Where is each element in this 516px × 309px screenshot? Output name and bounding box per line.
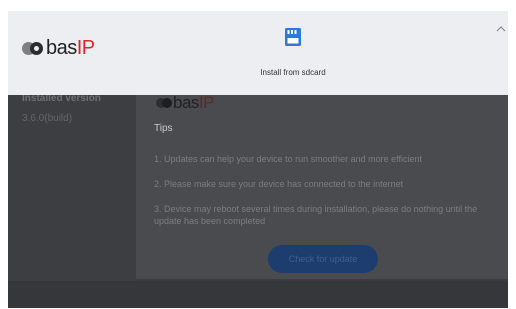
sd-card-icon bbox=[285, 28, 301, 46]
update-content-panel: basIP Tips 1. Updates can help your devi… bbox=[136, 73, 508, 279]
install-from-sdcard-option[interactable]: Install from sdcard bbox=[248, 23, 338, 83]
tip-item: 1. Updates can help your device to run s… bbox=[154, 154, 422, 164]
brand-logo: basIP bbox=[22, 37, 95, 60]
logo-dot-icon bbox=[30, 42, 43, 55]
tip-item: 2. Please make sure your device has conn… bbox=[154, 179, 404, 189]
check-for-update-button[interactable]: Check for update bbox=[268, 245, 378, 273]
logo-text: basIP bbox=[46, 37, 95, 59]
chevron-up-icon[interactable] bbox=[496, 25, 506, 33]
logo-dot-icon bbox=[162, 98, 172, 108]
install-from-sdcard-label: Install from sdcard bbox=[260, 68, 326, 77]
bottom-strip bbox=[8, 281, 508, 308]
installed-version-value: 3.6.0(build) bbox=[22, 113, 73, 124]
tip-item: 3. Device may reboot several times durin… bbox=[154, 204, 478, 226]
install-options-sheet: basIP Install from sdcard bbox=[8, 11, 508, 95]
tips-title: Tips bbox=[154, 123, 173, 134]
logo-text: basIP bbox=[173, 93, 214, 112]
update-screen: Installed version 3.6.0(build) basIP Tip… bbox=[8, 11, 508, 308]
brand-logo: basIP bbox=[156, 93, 214, 113]
